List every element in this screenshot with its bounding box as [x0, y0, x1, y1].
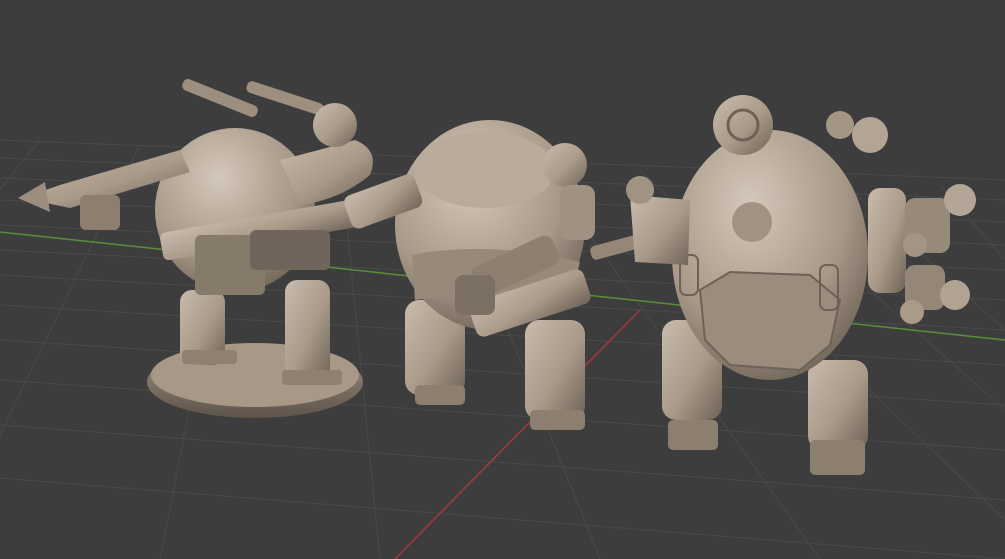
mech-with-turrets-rear[interactable] — [626, 95, 976, 475]
mech-with-gatling-front[interactable] — [342, 120, 646, 430]
top-turret — [713, 95, 773, 155]
3d-viewport[interactable] — [0, 0, 1005, 559]
mech-with-cannon-on-base[interactable] — [18, 77, 373, 418]
